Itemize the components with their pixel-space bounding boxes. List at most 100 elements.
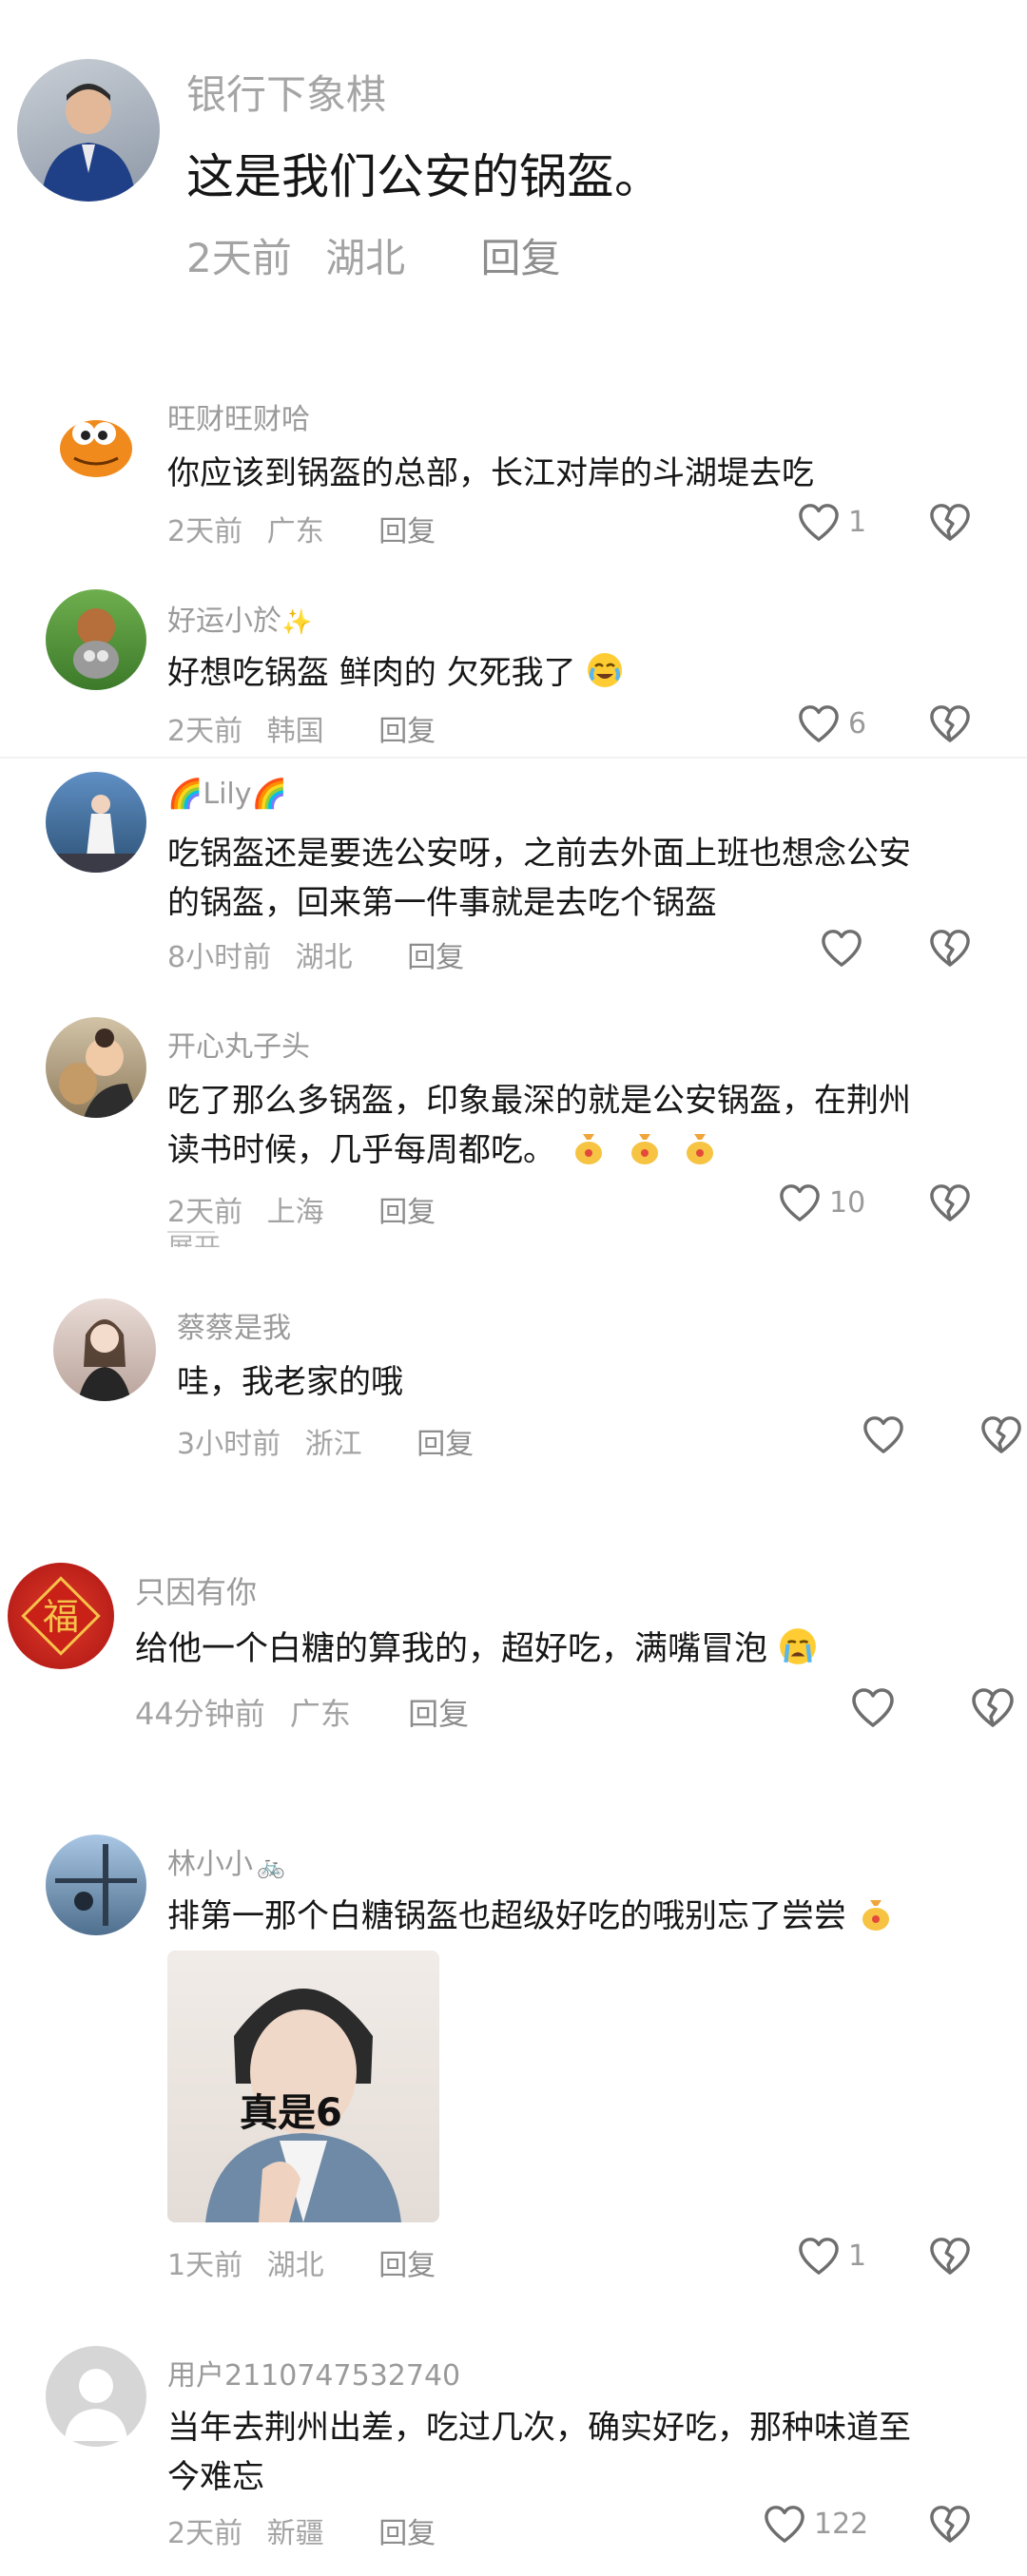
comment-meta: 44分钟前 广东 回复 bbox=[135, 1690, 469, 1734]
reply-button[interactable]: 回复 bbox=[407, 941, 464, 974]
comment-location: 湖北 bbox=[295, 941, 353, 974]
comment-time: 2天前 bbox=[167, 715, 243, 748]
broken-heart-icon bbox=[928, 2504, 972, 2544]
like-button[interactable] bbox=[850, 1686, 896, 1728]
comment-author[interactable]: 用户2110747532740 bbox=[167, 2352, 460, 2393]
dislike-button[interactable] bbox=[928, 502, 972, 542]
reply-button[interactable]: 回复 bbox=[408, 1696, 469, 1732]
dislike-button[interactable] bbox=[928, 1182, 972, 1222]
broken-heart-icon bbox=[928, 2236, 972, 2276]
comment-text: 吃锅盔还是要选公安呀，之前去外面上班也想念公安 bbox=[167, 835, 911, 873]
like-button[interactable]: 122 bbox=[763, 2504, 868, 2544]
heart-icon bbox=[797, 703, 841, 743]
reply-button[interactable]: 回复 bbox=[378, 2517, 436, 2550]
comment-text: 排第一那个白糖锅盔也超级好吃的哦别忘了尝尝 bbox=[167, 1890, 895, 1941]
comment-time: 2天前 bbox=[167, 515, 243, 548]
crying-emoji-icon bbox=[778, 1626, 818, 1675]
broken-heart-icon bbox=[970, 1686, 1016, 1728]
like-count: 6 bbox=[848, 706, 867, 740]
comment-location: 广东 bbox=[289, 1696, 351, 1732]
comment-author[interactable]: 银行下象棋 bbox=[186, 63, 386, 121]
comment-meta: 2天前 湖北 回复 bbox=[186, 226, 560, 284]
reply-button[interactable]: 回复 bbox=[480, 235, 560, 281]
broken-heart-icon bbox=[928, 502, 972, 542]
comment-author[interactable]: 林小小 🚲 bbox=[167, 1840, 285, 1882]
heart-icon bbox=[778, 1182, 822, 1222]
comment-meta: 1天前 湖北 回复 bbox=[167, 2241, 436, 2283]
avatar[interactable] bbox=[46, 1017, 146, 1118]
comment-location: 广东 bbox=[266, 515, 324, 548]
like-button[interactable] bbox=[862, 1414, 905, 1454]
heart-icon bbox=[862, 1414, 905, 1454]
like-count: 1 bbox=[848, 2239, 867, 2273]
comment-author[interactable]: 只因有你 bbox=[135, 1568, 257, 1612]
comment-text: 这是我们公安的锅盔。 bbox=[186, 149, 662, 204]
sparkle-icon: ✨ bbox=[281, 608, 313, 637]
like-count: 122 bbox=[814, 2507, 869, 2541]
comment-location: 上海 bbox=[266, 1196, 324, 1229]
comment-location: 韩国 bbox=[266, 715, 324, 748]
comment-time: 8小时前 bbox=[167, 941, 272, 974]
comment-text-line2: 今难忘 bbox=[167, 2458, 264, 2496]
avatar[interactable] bbox=[46, 772, 146, 873]
comment-location: 湖北 bbox=[325, 235, 406, 281]
avatar[interactable] bbox=[46, 1835, 146, 1935]
money-bag-icon bbox=[681, 1128, 719, 1175]
expand-replies-button[interactable]: 展开2条回复⌄ bbox=[167, 1222, 236, 1247]
dislike-button[interactable] bbox=[928, 2236, 972, 2276]
reply-button[interactable]: 回复 bbox=[378, 715, 436, 748]
rainbow-icon: 🌈 bbox=[167, 778, 203, 811]
comment-time: 1天前 bbox=[167, 2249, 243, 2282]
heart-icon bbox=[797, 2236, 841, 2276]
comment-time: 44分钟前 bbox=[135, 1696, 265, 1732]
comment-meta: 2天前 新疆 回复 bbox=[167, 2509, 436, 2551]
bicycle-icon: 🚲 bbox=[257, 1853, 285, 1879]
comment-text: 给他一个白糖的算我的，超好吃，满嘴冒泡 bbox=[135, 1622, 818, 1675]
comment-location: 新疆 bbox=[266, 2517, 324, 2550]
reply-button[interactable]: 回复 bbox=[378, 2249, 436, 2282]
avatar[interactable] bbox=[46, 589, 146, 690]
image-caption: 真是6 bbox=[240, 2091, 342, 2135]
comment-time: 3小时前 bbox=[177, 1428, 281, 1461]
comment-text: 你应该到锅盔的总部，长江对岸的斗湖堤去吃 bbox=[167, 454, 814, 492]
avatar[interactable] bbox=[17, 59, 160, 202]
crying-laughing-emoji-icon bbox=[586, 651, 624, 698]
dislike-button[interactable] bbox=[979, 1414, 1023, 1454]
rainbow-icon: 🌈 bbox=[251, 778, 287, 811]
avatar[interactable] bbox=[46, 390, 146, 490]
comment-author[interactable]: 蔡蔡是我 bbox=[177, 1304, 291, 1346]
comment-location: 湖北 bbox=[266, 2249, 324, 2282]
dislike-button[interactable] bbox=[928, 928, 972, 968]
like-button[interactable] bbox=[820, 928, 863, 968]
avatar[interactable]: 福 bbox=[8, 1563, 114, 1669]
comment-meta: 3小时前 浙江 回复 bbox=[177, 1420, 474, 1462]
like-button[interactable]: 6 bbox=[797, 703, 866, 743]
like-count: 1 bbox=[848, 505, 867, 539]
avatar[interactable] bbox=[46, 2346, 146, 2447]
broken-heart-icon bbox=[928, 703, 972, 743]
reply-button[interactable]: 回复 bbox=[417, 1428, 474, 1461]
comment-meta: 2天前 韩国 回复 bbox=[167, 707, 436, 749]
dislike-button[interactable] bbox=[970, 1686, 1016, 1728]
comment-text: 吃了那么多锅盔，印象最深的就是公安锅盔，在荆州 bbox=[167, 1082, 911, 1120]
like-button[interactable]: 10 bbox=[778, 1182, 865, 1222]
dislike-button[interactable] bbox=[928, 703, 972, 743]
comment-author[interactable]: 🌈Lily🌈 bbox=[167, 778, 287, 811]
comment-image[interactable]: 真是6 bbox=[167, 1951, 439, 2222]
like-button[interactable]: 1 bbox=[797, 502, 866, 542]
comment-author[interactable]: 开心丸子头 bbox=[167, 1023, 310, 1065]
like-button[interactable]: 1 bbox=[797, 2236, 866, 2276]
comment-author[interactable]: 好运小於✨ bbox=[167, 597, 312, 639]
comment-time: 2天前 bbox=[186, 235, 292, 281]
dislike-button[interactable] bbox=[928, 2504, 972, 2544]
comment-text-line2: 的锅盔，回来第一件事就是去吃个锅盔 bbox=[167, 884, 717, 922]
comment-location: 浙江 bbox=[304, 1428, 362, 1461]
avatar[interactable] bbox=[53, 1298, 156, 1401]
comment-meta: 8小时前 湖北 回复 bbox=[167, 933, 464, 975]
reply-button[interactable]: 回复 bbox=[378, 1196, 436, 1229]
broken-heart-icon bbox=[979, 1414, 1023, 1454]
reply-button[interactable]: 回复 bbox=[378, 515, 436, 548]
comment-text: 好想吃锅盔 鲜肉的 欠死我了 bbox=[167, 646, 624, 698]
comment-author[interactable]: 旺财旺财哈 bbox=[167, 395, 310, 437]
comment-time: 2天前 bbox=[167, 2517, 243, 2550]
